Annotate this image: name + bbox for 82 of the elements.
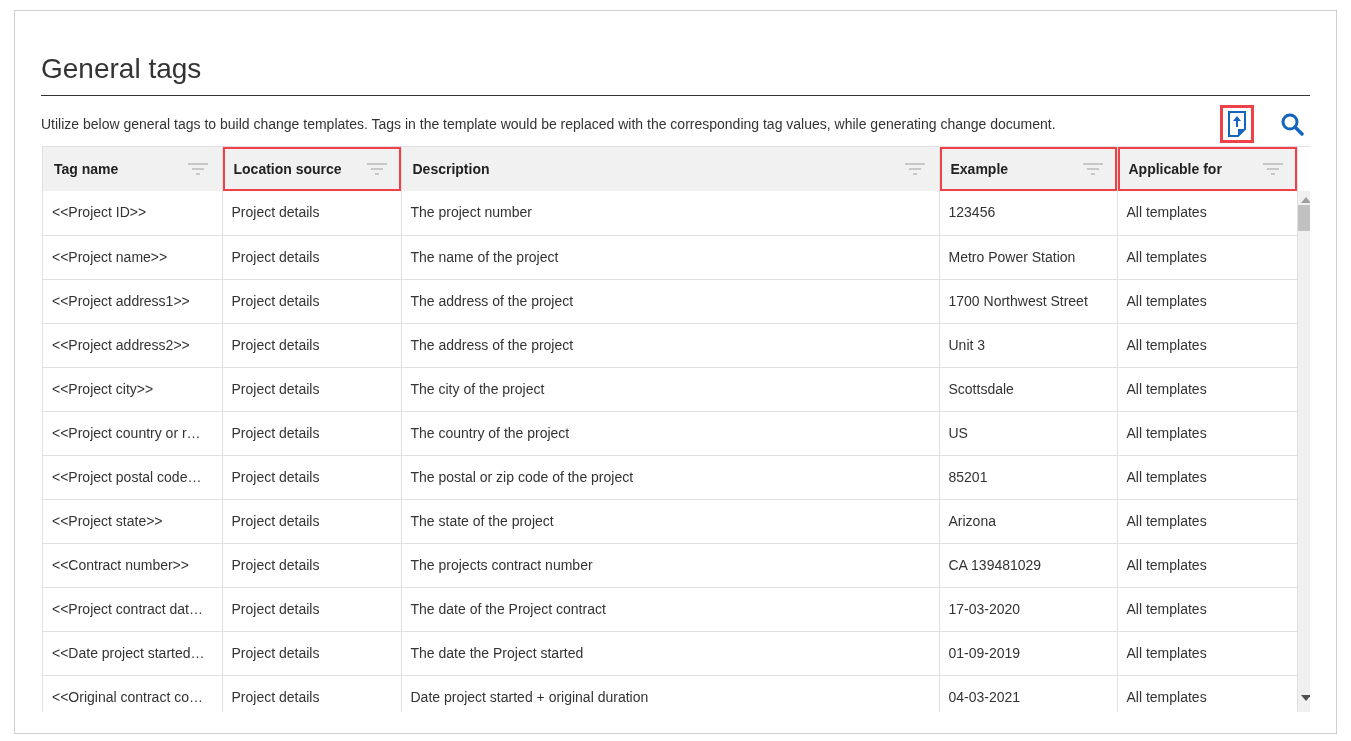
description-text: Utilize below general tags to build change templates. Tags in the template would be replaced with the corresponding tag values, while generating change document. [41, 114, 1056, 134]
column-label: Description [412, 159, 490, 179]
table-cell: All templates [1126, 688, 1207, 705]
table-cell: Project details [231, 644, 320, 661]
table-cell: Unit 3 [948, 336, 986, 353]
table-cell: Date project started + original duration [410, 688, 649, 705]
filter-icon[interactable] [366, 162, 387, 176]
table-cell: The address of the project [410, 292, 574, 309]
filter-icon[interactable] [1082, 162, 1103, 176]
table-cell: Metro Power Station [948, 248, 1076, 265]
table-cell: All templates [1126, 424, 1207, 441]
filter-icon[interactable] [1262, 162, 1283, 176]
column-label: Location source [233, 159, 342, 179]
table-cell: Scottsdale [948, 380, 1014, 397]
table-cell: 1700 Northwest Street [948, 292, 1088, 309]
table-cell: 01-09-2019 [948, 644, 1021, 661]
column-label: Applicable for [1128, 159, 1222, 179]
table-cell: 04-03-2021 [948, 688, 1021, 705]
table-cell: The projects contract number [410, 556, 593, 573]
table-cell: All templates [1126, 380, 1207, 397]
filter-icon[interactable] [904, 162, 925, 176]
page-title: General tags [41, 53, 1310, 96]
table-cell: All templates [1126, 556, 1207, 573]
table-cell: Project details [231, 512, 320, 529]
table-cell: All templates [1126, 644, 1207, 661]
search-icon[interactable] [1280, 112, 1304, 136]
table-cell: <<Contract number>> [52, 556, 189, 573]
table-cell: <<Project contract dat… [52, 600, 203, 617]
column-label: Example [950, 159, 1009, 179]
table-cell: <<Original contract co… [52, 688, 203, 705]
scroll-up-icon[interactable] [1300, 197, 1310, 203]
table-cell: The country of the project [410, 424, 570, 441]
table-cell: All templates [1126, 292, 1207, 309]
table-cell: <<Project address1>> [52, 292, 190, 309]
table-cell: <<Project postal code… [52, 468, 202, 485]
column-header[interactable]: Description [401, 147, 939, 191]
table-cell: <<Project address2>> [52, 336, 190, 353]
table-cell: <<Project name>> [52, 248, 168, 265]
table-cell: <<Project country or r… [52, 424, 201, 441]
table-cell: The city of the project [410, 380, 545, 397]
table-cell: <<Project state>> [52, 512, 163, 529]
table-cell: Project details [231, 380, 320, 397]
table-cell: Project details [231, 600, 320, 617]
table-cell: All templates [1126, 600, 1207, 617]
table-cell: The state of the project [410, 512, 554, 529]
table-cell: All templates [1126, 512, 1207, 529]
column-header[interactable]: Location source [222, 147, 401, 191]
column-label: Tag name [54, 159, 119, 179]
table-cell: CA 139481029 [948, 556, 1042, 573]
scroll-down-icon[interactable] [1300, 695, 1310, 701]
table-cell: All templates [1126, 336, 1207, 353]
table-cell: Project details [231, 204, 320, 221]
table-cell: The name of the project [410, 248, 559, 265]
table-cell: Project details [231, 292, 320, 309]
document-upload-icon [1227, 111, 1247, 137]
column-header[interactable]: Tag name [43, 147, 222, 191]
table-cell: The date of the Project contract [410, 600, 606, 617]
table-cell: Project details [231, 556, 320, 573]
table-cell: <<Project ID>> [52, 204, 147, 221]
table-cell: US [948, 424, 968, 441]
column-header[interactable]: Applicable for [1117, 147, 1297, 191]
table-cell: Project details [231, 468, 320, 485]
table-cell: All templates [1126, 204, 1207, 221]
table-cell: The postal or zip code of the project [410, 468, 634, 485]
table-cell: 123456 [948, 204, 996, 221]
table-cell: The date the Project started [410, 644, 584, 661]
table-cell: Project details [231, 688, 320, 705]
export-button[interactable] [1220, 105, 1254, 143]
table-cell: 85201 [948, 468, 988, 485]
table-cell: Project details [231, 336, 320, 353]
table-cell: The address of the project [410, 336, 574, 353]
table-cell: All templates [1126, 468, 1207, 485]
table-cell: All templates [1126, 248, 1207, 265]
table-cell: The project number [410, 204, 532, 221]
table-cell: 17-03-2020 [948, 600, 1021, 617]
table-cell: <<Date project started… [52, 644, 205, 661]
filter-icon[interactable] [187, 162, 208, 176]
column-header[interactable]: Example [939, 147, 1117, 191]
table-cell: Project details [231, 424, 320, 441]
table-cell: Arizona [948, 512, 996, 529]
table-cell: Project details [231, 248, 320, 265]
table-cell: <<Project city>> [52, 380, 154, 397]
